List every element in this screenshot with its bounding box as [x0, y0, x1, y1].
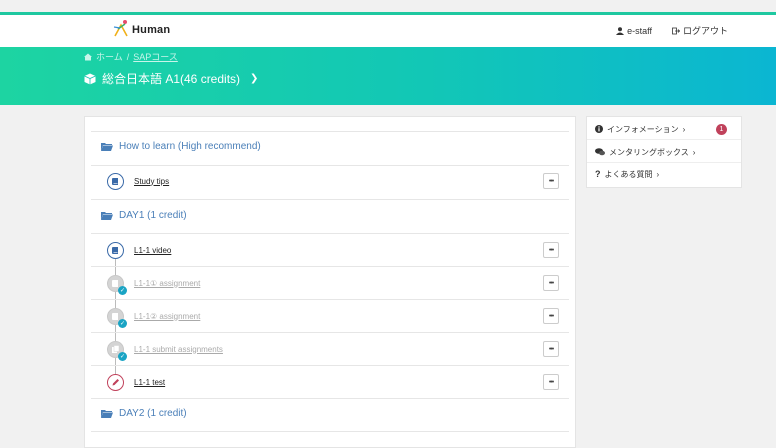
- section-how-to-learn[interactable]: How to learn (High recommend): [101, 141, 261, 152]
- course-content: How to learn (High recommend) Study tips…: [84, 116, 576, 448]
- logout-link[interactable]: ログアウト: [672, 24, 728, 37]
- faq-link[interactable]: ? よくある質問 ›: [595, 165, 733, 183]
- logo-text: Human: [132, 24, 171, 36]
- information-link[interactable]: インフォメーション › 1: [587, 120, 741, 140]
- more-button[interactable]: •••: [543, 275, 559, 291]
- list-item[interactable]: L1-1 test •••: [107, 370, 559, 394]
- section-day2[interactable]: DAY2 (1 credit): [101, 408, 187, 419]
- divider: [91, 199, 569, 200]
- breadcrumb-course[interactable]: SAPコース: [133, 50, 178, 63]
- section-day1[interactable]: DAY1 (1 credit): [101, 210, 187, 221]
- breadcrumb: ホーム / SAPコース: [84, 50, 178, 63]
- divider: [91, 299, 569, 300]
- files-icon: ✓: [107, 340, 127, 361]
- chevron-right-icon: ›: [656, 169, 660, 179]
- breadcrumb-home[interactable]: ホーム: [96, 50, 123, 63]
- divider: [587, 162, 741, 163]
- chevron-down-icon: ❯: [250, 73, 259, 84]
- notification-badge: 1: [716, 123, 727, 135]
- divider: [91, 165, 569, 166]
- mentoring-label: メンタリングボックス: [609, 147, 689, 157]
- more-button[interactable]: •••: [543, 374, 559, 390]
- divider: [91, 431, 569, 432]
- home-icon: [84, 53, 92, 60]
- list-item[interactable]: L1-1 video •••: [107, 238, 559, 262]
- more-button[interactable]: •••: [543, 173, 559, 189]
- book-icon: ✓: [107, 274, 127, 295]
- check-icon: ✓: [118, 285, 127, 295]
- item-label[interactable]: L1-1 video: [134, 246, 171, 255]
- user-link[interactable]: e-staff: [616, 26, 652, 36]
- check-icon: ✓: [118, 351, 127, 361]
- divider: [91, 365, 569, 366]
- divider: [91, 233, 569, 234]
- breadcrumb-separator: /: [126, 51, 130, 62]
- chat-icon: [595, 148, 605, 156]
- divider: [587, 139, 741, 140]
- section-title: How to learn (High recommend): [119, 141, 261, 152]
- book-icon: ✓: [107, 307, 127, 328]
- question-icon: ?: [595, 169, 601, 179]
- course-selector[interactable]: 総合日本語 A1(46 credits) ❯: [84, 70, 258, 87]
- item-label[interactable]: L1-1① assignment: [134, 279, 200, 288]
- item-label[interactable]: Study tips: [134, 177, 169, 186]
- book-icon: [107, 241, 124, 259]
- course-header: ホーム / SAPコース 総合日本語 A1(46 credits) ❯: [0, 47, 776, 105]
- logout-label: ログアウト: [682, 26, 728, 36]
- item-label[interactable]: L1-1 test: [134, 378, 165, 387]
- logo[interactable]: Human: [112, 19, 170, 37]
- list-item[interactable]: ✓ L1-1① assignment •••: [107, 271, 559, 295]
- user-menu: e-staff ログアウト: [616, 24, 728, 37]
- info-icon: [595, 125, 603, 133]
- section-title: DAY2 (1 credit): [119, 408, 187, 419]
- check-icon: ✓: [118, 318, 127, 328]
- divider: [91, 398, 569, 399]
- information-label: インフォメーション: [607, 124, 679, 134]
- divider: [91, 131, 569, 132]
- folder-icon: [101, 212, 113, 220]
- list-item[interactable]: ✓ L1-1 submit assignments •••: [107, 337, 559, 361]
- user-icon: [616, 26, 625, 35]
- side-panel: インフォメーション › 1 メンタリングボックス › ? よくある質問 ›: [586, 116, 742, 188]
- list-item[interactable]: ✓ L1-1② assignment •••: [107, 304, 559, 328]
- folder-icon: [101, 143, 113, 151]
- chevron-right-icon: ›: [682, 124, 686, 134]
- user-name: e-staff: [627, 25, 652, 36]
- more-button[interactable]: •••: [543, 308, 559, 324]
- more-button[interactable]: •••: [543, 341, 559, 357]
- pencil-icon: [107, 373, 124, 391]
- list-item[interactable]: Study tips •••: [107, 169, 559, 193]
- item-label[interactable]: L1-1② assignment: [134, 312, 200, 321]
- divider: [91, 266, 569, 267]
- cube-icon: [84, 73, 96, 84]
- mentoring-link[interactable]: メンタリングボックス ›: [587, 143, 741, 163]
- logo-mark-icon: [113, 20, 128, 37]
- logout-icon: [672, 27, 680, 34]
- folder-icon: [101, 410, 113, 418]
- divider: [91, 332, 569, 333]
- section-title: DAY1 (1 credit): [119, 210, 187, 221]
- chevron-right-icon: ›: [692, 147, 696, 157]
- top-bar: Human e-staff ログアウト: [0, 12, 776, 47]
- book-icon: [107, 172, 124, 190]
- course-title: 総合日本語 A1(46 credits): [102, 72, 241, 86]
- faq-label: よくある質問: [604, 169, 653, 179]
- item-label[interactable]: L1-1 submit assignments: [134, 345, 223, 354]
- more-button[interactable]: •••: [543, 242, 559, 258]
